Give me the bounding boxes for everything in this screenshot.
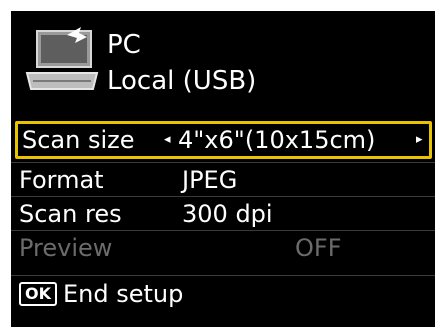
connection-type: Local (USB) [107,66,257,96]
setting-row-scan-res[interactable]: Scan res 300 dpi [11,196,435,230]
lcd-screen: PC Local (USB) Scan size ◂ 4"x6"(10x15cm… [11,11,435,327]
ok-button-icon[interactable]: OK [19,282,57,306]
pc-icon [25,27,99,90]
setting-value: JPEG [182,166,238,194]
arrow-left-icon[interactable]: ◂ [164,124,171,156]
setting-row-preview: Preview OFF [11,230,435,264]
setting-row-format[interactable]: Format JPEG [11,162,435,196]
setting-value: 4"x6"(10x15cm) [178,126,376,154]
destination-header: PC Local (USB) [11,11,435,115]
setting-value: OFF [295,234,342,262]
setting-label: Format [19,166,104,194]
setting-row-scan-size[interactable]: Scan size ◂ 4"x6"(10x15cm) ▸ [15,121,432,159]
setting-value: 300 dpi [182,200,273,228]
setting-label: Preview [19,234,113,262]
device-name: PC [107,30,141,60]
setting-label: Scan res [19,200,122,228]
arrow-right-icon[interactable]: ▸ [416,124,423,156]
footer-hint: OK End setup [11,275,435,314]
footer-text: End setup [63,280,184,308]
setting-label: Scan size [22,126,135,154]
